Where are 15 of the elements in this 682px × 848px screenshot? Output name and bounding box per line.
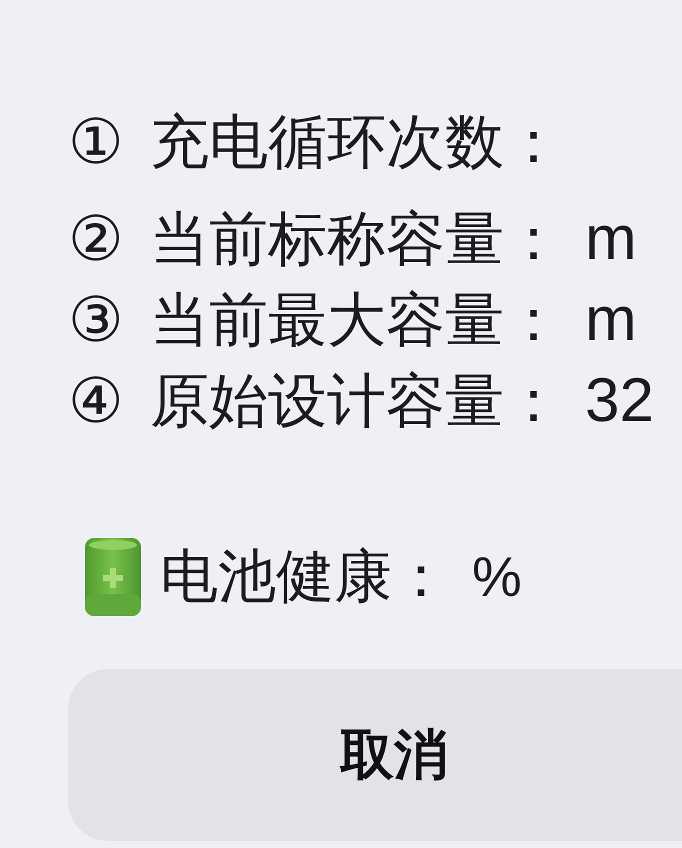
circled-number: ② xyxy=(68,202,125,277)
stat-label: 当前最大容量： xyxy=(150,285,563,356)
cancel-button[interactable]: 取消 xyxy=(68,669,682,841)
stat-value: m xyxy=(585,203,637,276)
stat-label: 原始设计容量： xyxy=(150,366,563,437)
stat-value: m xyxy=(585,284,637,356)
circled-number: ① xyxy=(68,105,125,180)
stat-value: 32 xyxy=(585,365,654,438)
stat-label: 充电循环次数： xyxy=(150,107,563,178)
stat-label: 当前标称容量： xyxy=(150,204,563,275)
battery-icon xyxy=(85,538,141,616)
health-label: 电池健康： xyxy=(160,542,450,612)
circled-number: ④ xyxy=(68,364,125,439)
health-value: % xyxy=(472,544,522,610)
circled-number: ③ xyxy=(68,283,125,358)
